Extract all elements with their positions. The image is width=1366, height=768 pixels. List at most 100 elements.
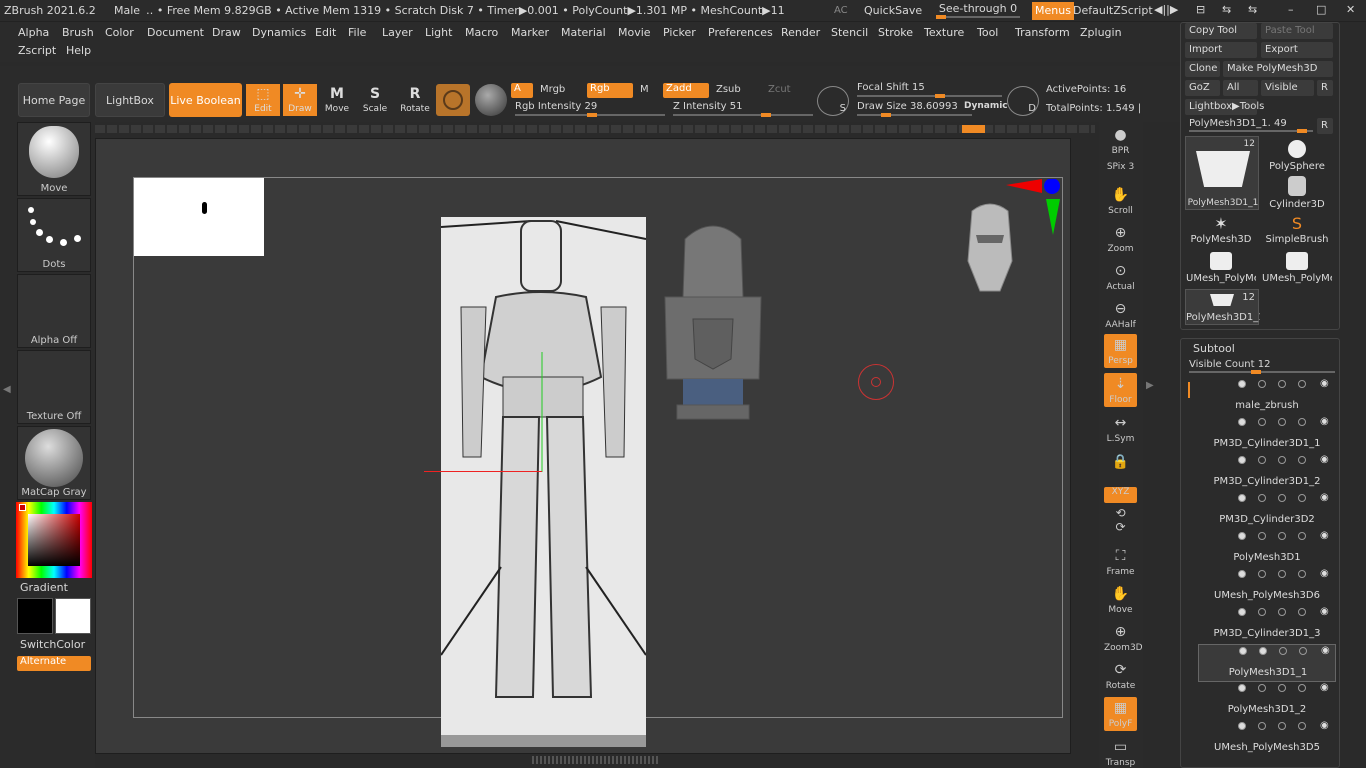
subtool-scroll-indicator[interactable] (1188, 382, 1190, 398)
document-canvas[interactable] (95, 138, 1071, 754)
eye-icon[interactable]: ◉ (1320, 606, 1329, 617)
axis-gizmo[interactable] (1006, 178, 1066, 239)
eye-icon[interactable]: ◉ (1320, 454, 1329, 465)
goz-all-button[interactable]: All (1223, 80, 1258, 96)
rgb-intensity-knob[interactable] (587, 113, 597, 117)
a-toggle[interactable]: A (511, 83, 533, 98)
menu-light[interactable]: Light (425, 26, 452, 39)
eye-icon[interactable]: ◉ (1320, 492, 1329, 503)
helmet-bust-model[interactable] (663, 219, 763, 429)
draw-size-knob[interactable] (881, 113, 891, 117)
subtool-toggles[interactable] (1238, 418, 1318, 428)
material-swatch-icon[interactable] (436, 84, 470, 116)
tool-polymesh3d1-1[interactable]: 12 PolyMesh3D1_1 (1185, 289, 1260, 325)
lightbox-button[interactable]: LightBox (95, 83, 165, 117)
subtool-row-selected[interactable]: ◉ PolyMesh3D1_1 (1198, 644, 1336, 682)
goz-visible-button[interactable]: Visible (1261, 80, 1314, 96)
alternate-button[interactable]: Alternate (17, 656, 91, 671)
tool-umesh-1[interactable]: UMesh_PolyMe (1186, 252, 1256, 288)
menu-file[interactable]: File (348, 26, 366, 39)
subtool-row[interactable]: ◉ male_zbrush (1198, 378, 1336, 416)
visible-count-track[interactable] (1189, 370, 1335, 374)
frame-button[interactable]: ⛶ Frame (1104, 545, 1137, 579)
subtool-toggles[interactable] (1238, 380, 1318, 390)
make-polymesh-button[interactable]: Make PolyMesh3D (1223, 61, 1333, 77)
minimize-button[interactable]: – (1288, 3, 1294, 16)
default-zscript-button[interactable]: DefaultZScript (1073, 4, 1153, 17)
subtool-toggles[interactable] (1238, 722, 1318, 732)
eye-icon[interactable]: ◉ (1320, 530, 1329, 541)
current-tool-track[interactable] (1189, 129, 1313, 133)
current-tool-knob[interactable] (1297, 129, 1307, 133)
tool-cylinder3d[interactable]: Cylinder3D (1262, 176, 1332, 212)
color-square[interactable] (28, 514, 80, 566)
menu-tool[interactable]: Tool (977, 26, 998, 39)
zoom3d-button[interactable]: ⊕ Zoom3D (1104, 621, 1143, 655)
menu-color[interactable]: Color (105, 26, 134, 39)
tool-polysphere[interactable]: PolySphere (1262, 140, 1332, 176)
menu-macro[interactable]: Macro (465, 26, 498, 39)
xyz-button[interactable]: XYZ (1104, 487, 1137, 503)
z-intensity-knob[interactable] (761, 113, 771, 117)
dock-icon[interactable]: ⇆ (1248, 3, 1257, 16)
tool-polymesh3d[interactable]: ✶ PolyMesh3D (1186, 214, 1256, 250)
floor-button[interactable]: ⇣ Floor (1104, 373, 1137, 407)
bpr-button[interactable]: ● BPR (1104, 124, 1137, 158)
sphere-material-icon[interactable] (475, 84, 507, 116)
persp-button[interactable]: ▦ Persp (1104, 334, 1137, 368)
rgb-toggle[interactable]: Rgb (587, 83, 633, 98)
eye-icon[interactable]: ◉ (1320, 568, 1329, 579)
focal-shift-knob[interactable] (935, 94, 945, 98)
menu-preferences[interactable]: Preferences (708, 26, 773, 39)
menu-render[interactable]: Render (781, 26, 820, 39)
export-button[interactable]: Export (1261, 42, 1333, 58)
menu-transform[interactable]: Transform (1015, 26, 1070, 39)
texture-slot[interactable]: Texture Off (17, 350, 91, 424)
menu-document[interactable]: Document (147, 26, 204, 39)
scale-button[interactable]: S Scale (358, 84, 392, 116)
goz-r-button[interactable]: R (1317, 80, 1333, 96)
draw-button[interactable]: ✛ Draw (283, 84, 317, 116)
maximize-button[interactable]: □ (1316, 3, 1326, 16)
subtool-row[interactable]: ◉ PM3D_Cylinder3D2 (1198, 492, 1336, 530)
menu-stroke[interactable]: Stroke (878, 26, 913, 39)
see-through-knob[interactable] (936, 15, 946, 19)
quicksave-button[interactable]: QuickSave (864, 4, 922, 17)
paste-tool-button[interactable]: Paste Tool (1261, 23, 1333, 39)
menu-brush[interactable]: Brush (62, 26, 94, 39)
m-toggle[interactable]: M (640, 84, 649, 95)
rotation-axis-icons[interactable]: ⟲ ⟳ (1104, 506, 1137, 542)
subtool-title[interactable]: Subtool (1193, 342, 1235, 355)
menu-material[interactable]: Material (561, 26, 606, 39)
left-collapse-icon[interactable]: ◀ (3, 384, 11, 395)
visible-count-slider[interactable]: Visible Count 12 (1189, 359, 1270, 370)
right-collapse-icon[interactable]: ▶ (1146, 380, 1154, 391)
bottom-collapse-handle[interactable] (532, 756, 660, 764)
rotate3d-button[interactable]: ⟳ Rotate (1104, 659, 1137, 693)
actual-button[interactable]: ⊙ Actual (1104, 260, 1137, 294)
menu-draw[interactable]: Draw (212, 26, 241, 39)
live-boolean-button[interactable]: Live Boolean (169, 83, 242, 117)
current-tool-slider[interactable]: PolyMesh3D1_1. 49 (1189, 118, 1287, 129)
gradient-label[interactable]: Gradient (20, 581, 68, 594)
menu-marker[interactable]: Marker (511, 26, 549, 39)
layout-icon[interactable]: ◀||▶ (1154, 3, 1178, 16)
stroke-slot[interactable]: Dots (17, 198, 91, 272)
home-page-button[interactable]: Home Page (18, 83, 90, 117)
eye-icon[interactable]: ◉ (1320, 378, 1329, 389)
lock-button[interactable]: 🔒 (1104, 451, 1137, 479)
tool-simplebrush[interactable]: S SimpleBrush (1262, 214, 1332, 250)
switchcolor-button[interactable]: SwitchColor (20, 638, 85, 651)
brush-slot[interactable]: Move (17, 122, 91, 196)
polyf-button[interactable]: ▦ PolyF (1104, 697, 1137, 731)
visible-count-knob[interactable] (1251, 370, 1261, 374)
subtool-toggles[interactable] (1238, 456, 1318, 466)
z-intensity-slider[interactable] (673, 113, 813, 117)
draw-size-slider[interactable] (857, 113, 972, 117)
material-slot[interactable]: MatCap Gray (17, 426, 91, 500)
navigation-thumbnail[interactable] (134, 178, 264, 256)
scroll-button[interactable]: ✋ Scroll (1104, 184, 1137, 218)
spotlight-s-icon[interactable]: S (817, 86, 849, 116)
color-picker[interactable] (16, 502, 92, 578)
menus-toggle[interactable]: Menus (1032, 2, 1074, 20)
